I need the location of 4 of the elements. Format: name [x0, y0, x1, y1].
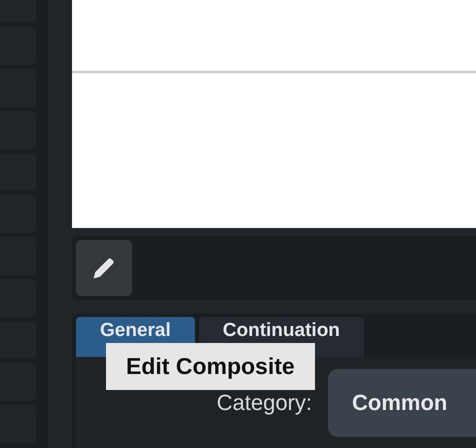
field-label: Category:	[216, 390, 312, 416]
tooltip: Edit Composite	[106, 343, 315, 390]
category-dropdown[interactable]: Common	[328, 369, 476, 437]
edit-button[interactable]	[76, 240, 132, 296]
